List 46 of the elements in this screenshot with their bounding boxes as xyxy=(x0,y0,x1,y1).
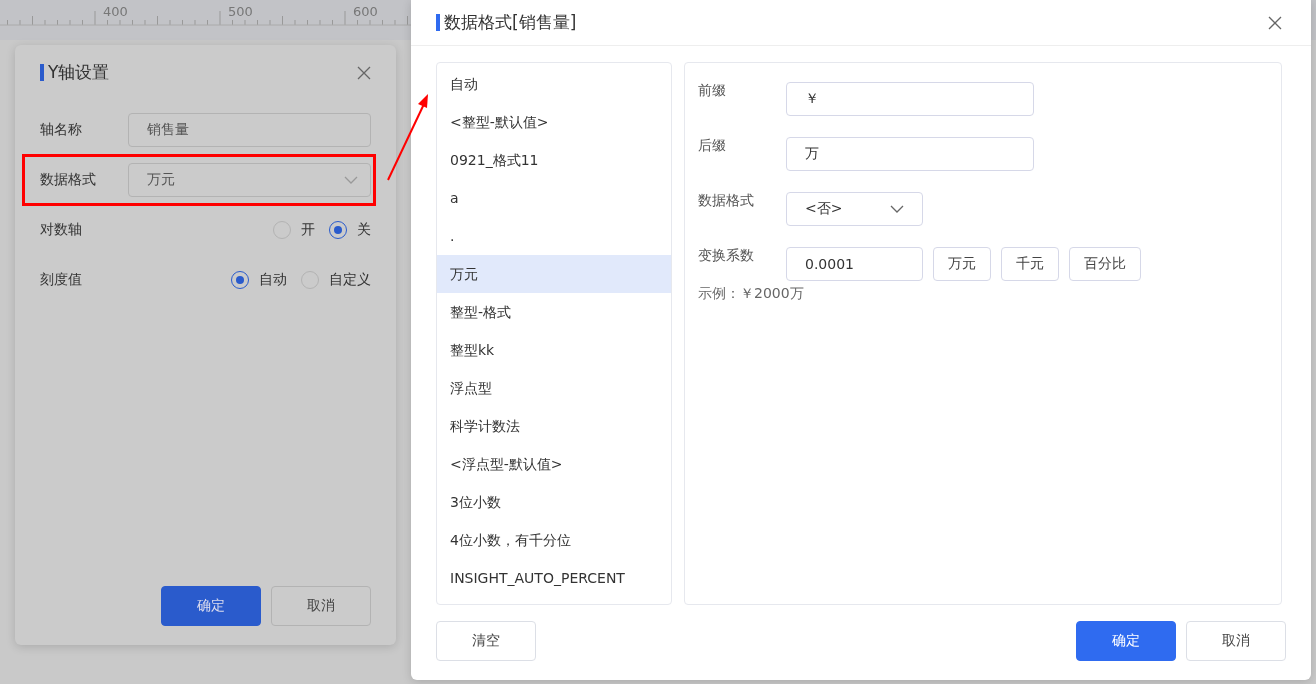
format-list-item[interactable]: <整型-默认值> xyxy=(437,103,671,141)
field-label: 对数轴 xyxy=(40,221,83,239)
format-list-item[interactable]: 科学计数法 xyxy=(437,407,671,445)
field-label: 后缀 xyxy=(698,137,727,155)
dialog-button[interactable]: 确定 xyxy=(1076,621,1176,661)
radio-label: 关 xyxy=(357,221,371,239)
field-label: 变换系数 xyxy=(698,247,755,265)
radio-label: 自定义 xyxy=(329,271,371,289)
field-label: 数据格式 xyxy=(698,192,755,210)
field-label: 刻度值 xyxy=(40,271,83,289)
field-label: 前缀 xyxy=(698,82,727,100)
dialog-button[interactable]: 确定 xyxy=(161,586,261,626)
format-list-item[interactable]: <浮点型-默认值> xyxy=(437,445,671,483)
preset-button[interactable]: 万元 xyxy=(933,247,991,281)
number-field[interactable]: 0.0001 xyxy=(786,247,923,281)
format-list-item[interactable]: 整型-格式 xyxy=(437,293,671,331)
dialog-title: Y轴设置 xyxy=(40,64,110,81)
format-list-item[interactable]: 4位小数，有千分位 xyxy=(437,521,671,559)
format-list-item[interactable]: a xyxy=(437,179,671,217)
format-list-item[interactable]: 自动 xyxy=(437,65,671,103)
format-list-item[interactable]: 3位小数 xyxy=(437,483,671,521)
preset-button[interactable]: 千元 xyxy=(1001,247,1059,281)
text-field[interactable]: 销售量 xyxy=(128,113,371,147)
format-list-item[interactable]: 浮点型 xyxy=(437,369,671,407)
format-list-item[interactable]: . xyxy=(437,217,671,255)
dialog-button[interactable]: 取消 xyxy=(271,586,371,626)
select-field[interactable]: <否> xyxy=(786,192,923,226)
field-label: 轴名称 xyxy=(40,121,83,139)
text-field[interactable]: 万 xyxy=(786,137,1034,171)
dialog-title: 数据格式[销售量] xyxy=(436,14,577,31)
ruler-label: 500 xyxy=(228,4,253,19)
radio-label: 自动 xyxy=(259,271,287,289)
select-field[interactable]: 万元 xyxy=(128,163,371,197)
dialog-button[interactable]: 清空 xyxy=(436,621,536,661)
format-list-item[interactable]: 万元 xyxy=(437,255,671,293)
dialog-button[interactable]: 取消 xyxy=(1186,621,1286,661)
format-list-item[interactable]: 整型kk xyxy=(437,331,671,369)
preset-button[interactable]: 百分比 xyxy=(1069,247,1141,281)
ruler-label: 400 xyxy=(103,4,128,19)
field-label: 数据格式 xyxy=(40,171,97,189)
ruler-label: 600 xyxy=(353,4,378,19)
example-text: 示例：￥2000万 xyxy=(698,285,805,303)
text-field[interactable]: ￥ xyxy=(786,82,1034,116)
format-list-item[interactable]: 0921_格式11 xyxy=(437,141,671,179)
format-list-item[interactable]: INSIGHT_AUTO_PERCENT xyxy=(437,559,671,597)
radio-label: 开 xyxy=(301,221,315,239)
